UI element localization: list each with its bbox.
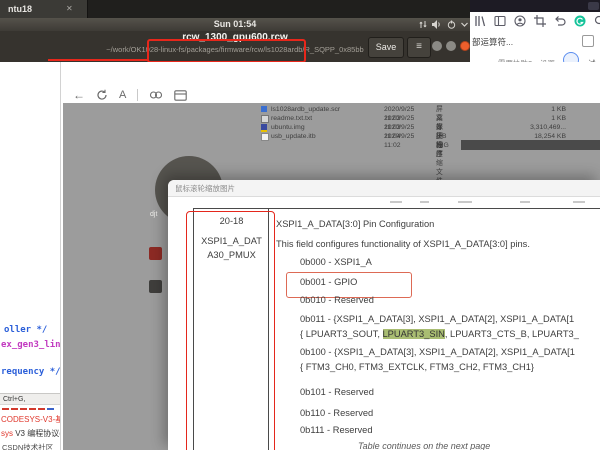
faint-mark xyxy=(420,201,429,203)
faint-mark xyxy=(573,201,585,203)
file-size: 3,310,469... xyxy=(506,123,566,132)
table-field-name-line2: A30_PMUX xyxy=(195,250,268,260)
findbar-shortcut: Ctrl+G, xyxy=(3,396,25,403)
refresh-icon[interactable] xyxy=(96,89,108,101)
save-button[interactable]: Save xyxy=(368,37,404,58)
code-identifier-line: ex_gen3_link_ xyxy=(1,340,60,350)
file-name: readme.txt.txt xyxy=(271,114,312,123)
option-0b100: 0b100 - {XSPI1_A_DATA[3], XSPI1_A_DATA[2… xyxy=(300,347,575,357)
maximize-button[interactable] xyxy=(446,41,456,51)
code-editor-window: oller */ ex_gen3_link_ requency */ Ctrl+… xyxy=(0,62,60,450)
option-0b111: 0b111 - Reserved xyxy=(300,425,373,435)
back-arrow-icon[interactable]: ← xyxy=(73,86,85,104)
lpuart-pre: { LPUART3_SOUT, xyxy=(300,329,383,339)
annotation-red-box-path xyxy=(147,39,306,63)
annotation-red-line xyxy=(48,59,149,61)
power-icon[interactable] xyxy=(447,20,456,29)
annotation-red-box-column xyxy=(186,211,275,450)
search-result-source: CSDN技术社区 xyxy=(2,442,53,450)
bookmark-icon[interactable] xyxy=(582,35,594,47)
clock-label: Sun 01:54 xyxy=(0,18,470,31)
image-zoom-popup[interactable]: 鼠标滚轮缩放图片 20-18 XSPI1_A_DAT A30_PMUX XSPI… xyxy=(168,180,600,450)
file-type: ITB 文件 xyxy=(436,132,447,159)
grammarly-icon[interactable] xyxy=(574,15,586,27)
option-0b100-signals: { FTM3_CH0, FTM3_EXTCLK, FTM3_CH2, FTM3_… xyxy=(300,362,534,372)
sidebar-dark-icon xyxy=(149,280,162,293)
option-0b001: 0b001 - GPIO xyxy=(300,277,357,287)
firefox-tab-fragment[interactable] xyxy=(588,2,599,10)
option-0b011-signals: { LPUART3_SOUT, LPUART3_SIN, LPUART3_CTS… xyxy=(300,329,579,339)
popup-title: 鼠标滚轮缩放图片 xyxy=(175,184,235,193)
hamburger-menu-button[interactable]: ≡ xyxy=(407,37,431,58)
faint-mark xyxy=(458,201,472,203)
option-0b101: 0b101 - Reserved xyxy=(300,387,374,397)
faint-mark xyxy=(520,201,530,203)
table-description: This field configures functionality of X… xyxy=(276,239,530,249)
table-top-border xyxy=(193,208,600,209)
viewer-toolbar: ← A xyxy=(73,86,187,104)
find-bar[interactable]: Ctrl+G, xyxy=(0,393,60,405)
chevron-down-icon[interactable] xyxy=(461,22,468,27)
page-text-fragment: 部运算符... xyxy=(472,36,513,48)
table-field-name-line1: XSPI1_A_DAT xyxy=(195,236,268,246)
save-card-icon[interactable] xyxy=(174,90,187,101)
option-0b010: 0b010 - Reserved xyxy=(300,295,374,305)
account-icon[interactable] xyxy=(514,15,526,27)
table-bits-cell: 20-18 xyxy=(195,216,268,226)
toolbar-divider xyxy=(137,89,138,101)
tab-close-icon[interactable]: ✕ xyxy=(66,0,73,18)
tab-ubuntu18[interactable]: ntu18 xyxy=(0,0,88,18)
minimize-button[interactable] xyxy=(432,41,442,51)
sidebar-username: djt xyxy=(150,211,157,218)
file-name: ubuntu.img xyxy=(271,123,305,132)
lpuart-highlight: LPUART3_SIN xyxy=(383,329,445,339)
file-size: 1 KB xyxy=(506,114,566,123)
search-result-link-2[interactable]: sys V3 编程协议(E xyxy=(1,428,60,439)
scr-file-icon xyxy=(261,106,267,112)
popup-titlebar[interactable]: 鼠标滚轮缩放图片 xyxy=(168,180,600,197)
faint-mark xyxy=(390,201,402,203)
file-size: 1 KB xyxy=(506,105,566,114)
text-file-icon xyxy=(261,115,269,123)
result-highlight: sys xyxy=(1,429,13,438)
file-date: 2020/9/25 11:02 xyxy=(384,132,414,150)
option-0b000: 0b000 - XSPI1_A xyxy=(300,257,372,267)
undo-icon[interactable] xyxy=(554,15,566,27)
search-result-link-1[interactable]: CODESYS-V3-基础 xyxy=(1,414,60,425)
firefox-titlebar xyxy=(470,0,600,12)
library-icon[interactable] xyxy=(474,15,486,27)
network-icon[interactable] xyxy=(419,20,427,29)
volume-icon[interactable] xyxy=(432,20,442,29)
table-heading: XSPI1_A_DATA[3:0] Pin Configuration xyxy=(276,219,434,229)
file-name: ls1028ardb_update.scr xyxy=(271,105,340,114)
close-button[interactable] xyxy=(460,41,470,51)
screenshot-icon[interactable] xyxy=(534,15,546,27)
code-comment-line: oller */ xyxy=(4,325,47,335)
sidebar-red-icon xyxy=(149,247,162,260)
link-icon[interactable] xyxy=(149,90,163,100)
table-continues-note: Table continues on the next page xyxy=(358,441,490,450)
tab-label: ntu18 xyxy=(8,4,32,14)
img-file-icon xyxy=(261,124,267,132)
window-edge-band xyxy=(461,140,600,150)
result-rest: V3 编程协议(E xyxy=(13,429,60,438)
zoom-icon[interactable] xyxy=(594,15,600,27)
lpuart-post: , LPUART3_CTS_B, LPUART3_ xyxy=(445,329,579,339)
sidebar-icon[interactable] xyxy=(494,15,506,27)
font-size-button[interactable]: A xyxy=(119,86,126,104)
underline-marks xyxy=(2,408,54,410)
firefox-toolbar xyxy=(474,14,600,28)
system-tray xyxy=(419,19,468,30)
screenshot-root: ntu18 ✕ Sun 01:54 rcw_1300_gpu600.rcw ~/… xyxy=(0,0,600,450)
code-comment-line-2: requency */ xyxy=(1,367,60,377)
itb-file-icon xyxy=(261,133,269,141)
option-0b110: 0b110 - Reserved xyxy=(300,408,373,418)
option-0b011: 0b011 - {XSPI1_A_DATA[3], XSPI1_A_DATA[2… xyxy=(300,314,574,324)
file-name: usb_update.itb xyxy=(271,132,316,141)
terminal-tab-bar: ntu18 ✕ xyxy=(0,0,470,18)
